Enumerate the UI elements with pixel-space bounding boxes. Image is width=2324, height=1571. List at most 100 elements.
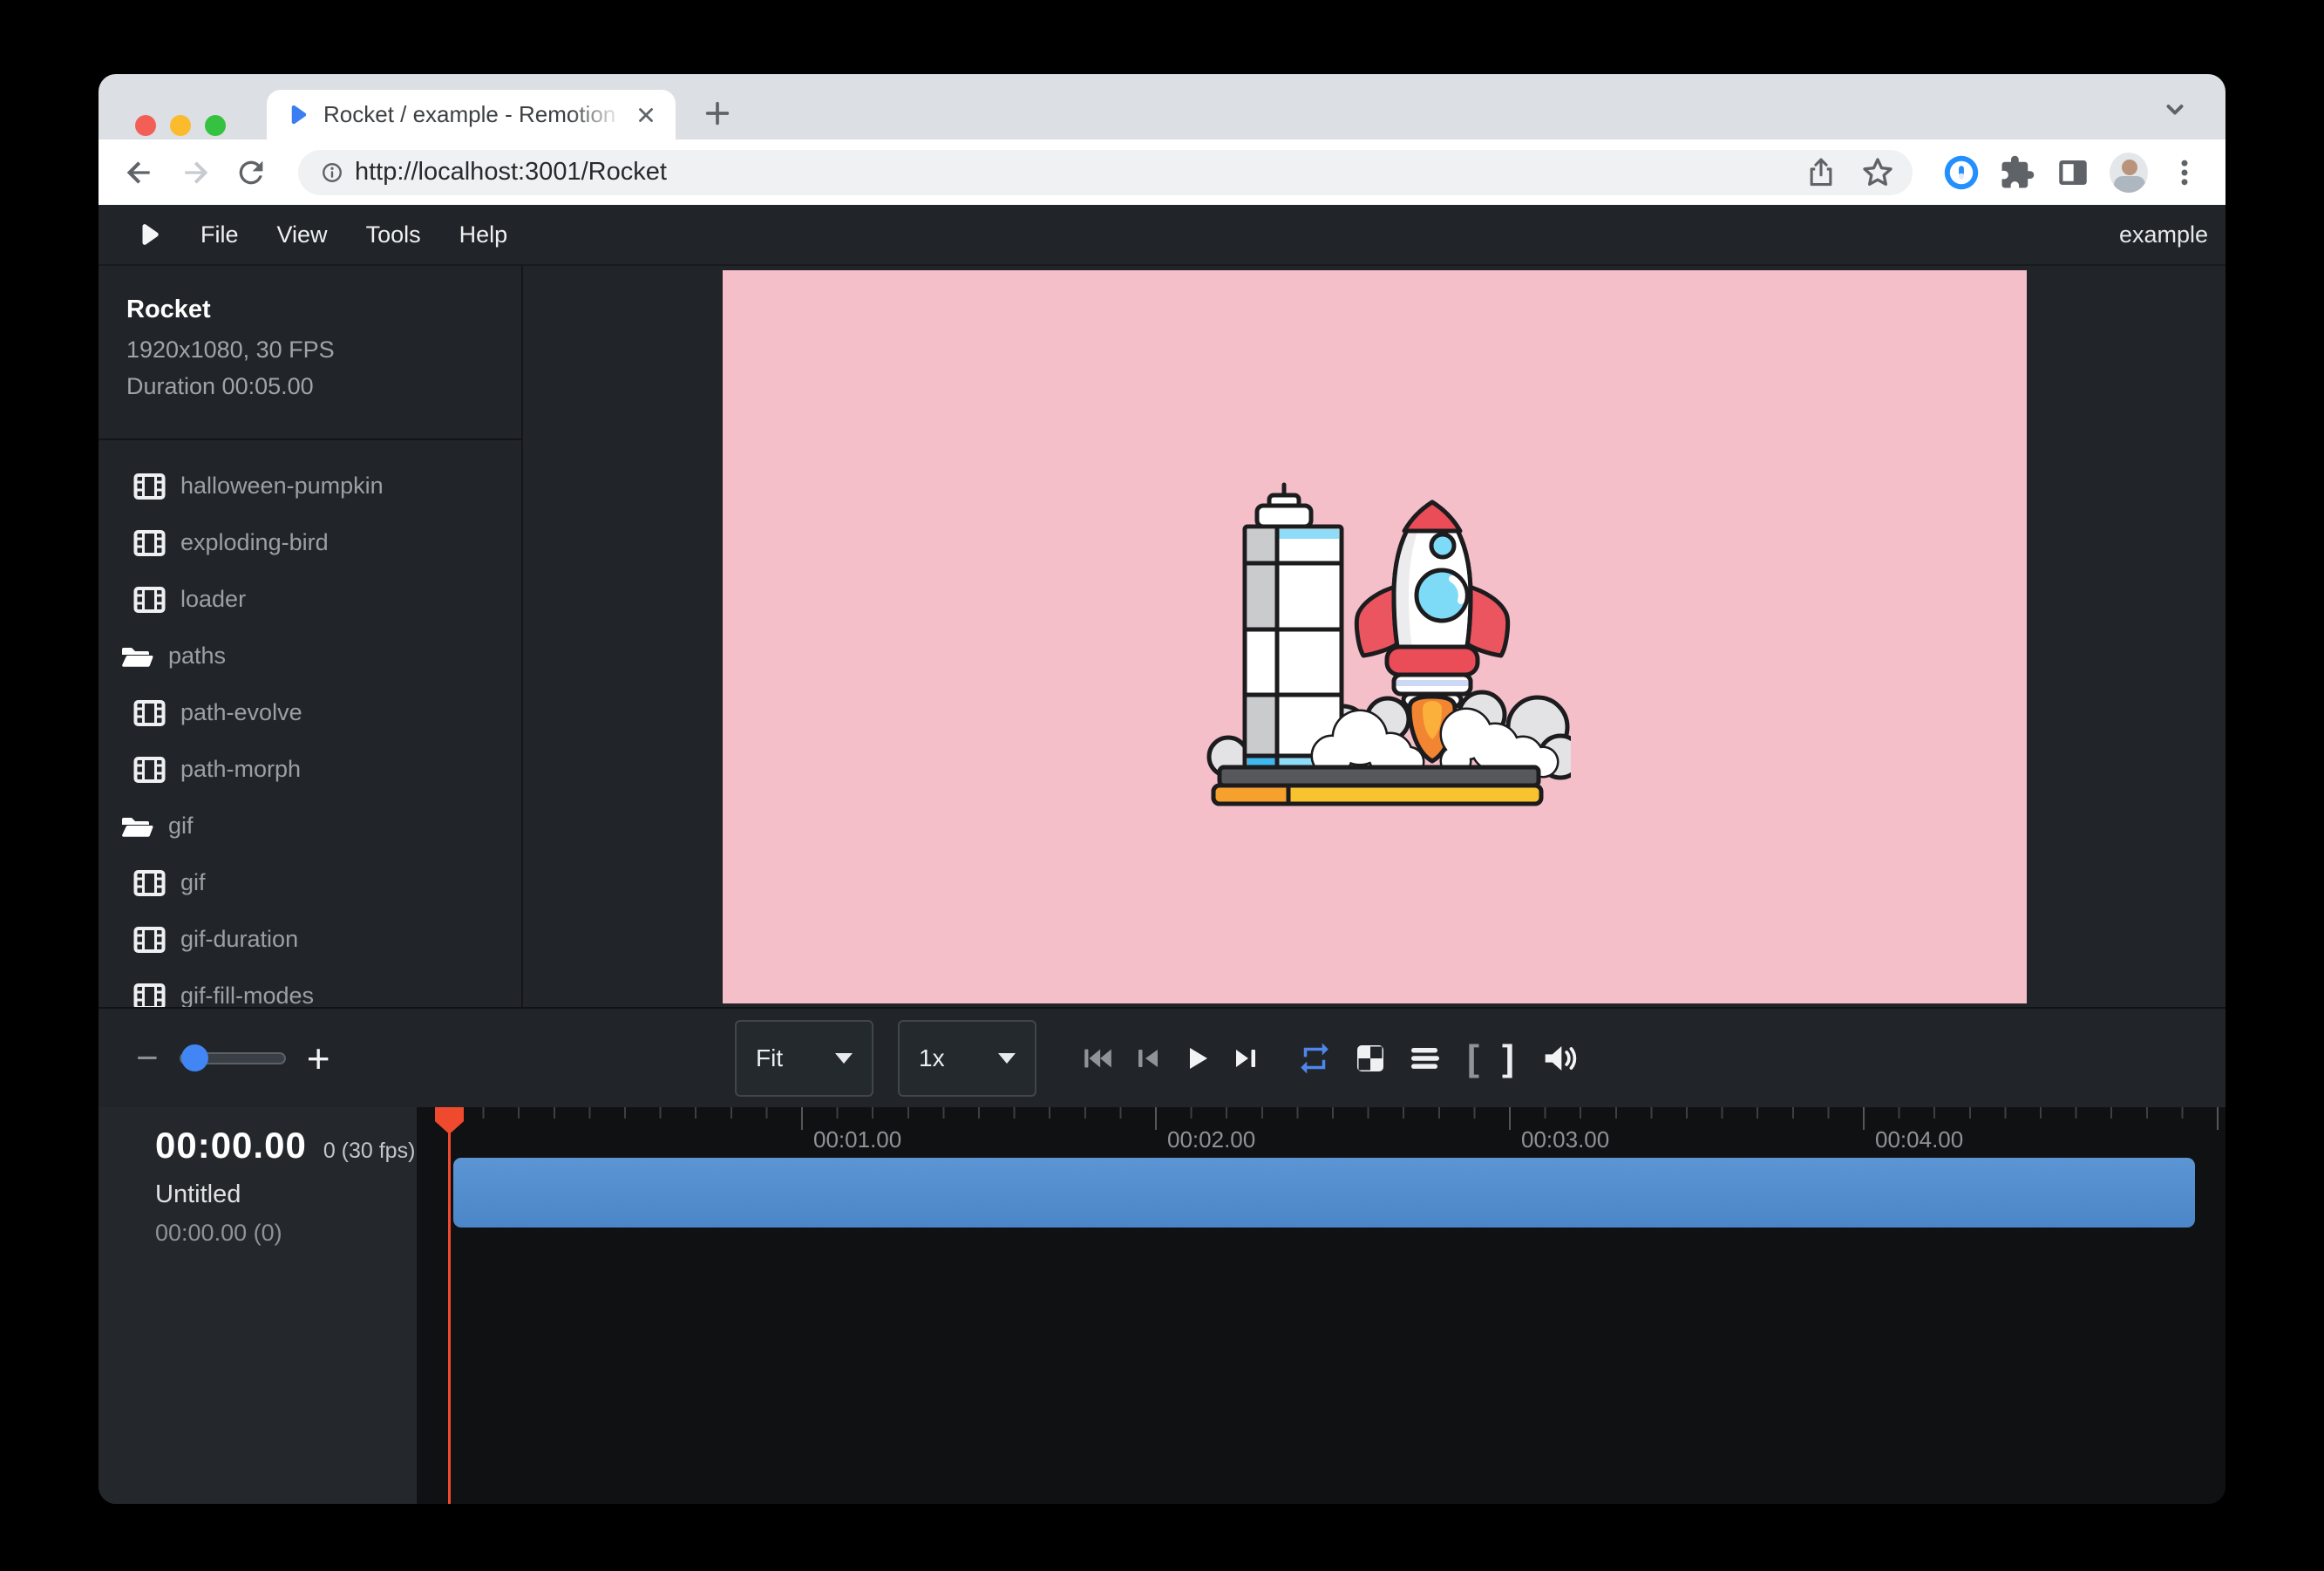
- sidebar-item-halloween-pumpkin[interactable]: halloween-pumpkin: [99, 458, 521, 514]
- current-timecode: 00:00.00: [155, 1125, 307, 1166]
- rich-timeline-icon[interactable]: [1410, 1044, 1441, 1073]
- menu-file[interactable]: File: [200, 221, 239, 248]
- sidebar-item-gif-duration[interactable]: gif-duration: [99, 911, 521, 968]
- site-info-icon[interactable]: [321, 161, 343, 184]
- ruler-major-tick: [2217, 1107, 2219, 1130]
- open-folder-icon: [120, 813, 153, 840]
- sidebar-item-label: halloween-pumpkin: [180, 473, 384, 500]
- playback-rate-value: 1x: [919, 1044, 945, 1072]
- app-menu-bar: File View Tools Help example: [99, 205, 2225, 266]
- jump-to-start-button[interactable]: [1080, 1042, 1115, 1075]
- reload-button[interactable]: [232, 153, 270, 192]
- sidebar-item-label: path-morph: [180, 756, 301, 783]
- size-select-value: Fit: [756, 1044, 783, 1072]
- bookmark-star-icon[interactable]: [1860, 155, 1895, 190]
- playback-rate-select[interactable]: 1x: [898, 1020, 1036, 1097]
- rocket-illustration: [1179, 453, 1571, 820]
- player-controls-bar: − + Fit 1x: [99, 1007, 2225, 1107]
- playhead-line[interactable]: [448, 1107, 451, 1504]
- zoom-in-button[interactable]: +: [307, 1038, 330, 1078]
- sidebar-item-label: gif-fill-modes: [180, 983, 314, 1007]
- main-area: Rocket 1920x1080, 30 FPS Duration 00:05.…: [99, 266, 2225, 1007]
- timeline-zoom-group: − +: [136, 1009, 330, 1107]
- track-name: Untitled: [155, 1180, 417, 1209]
- playhead-handle[interactable]: [435, 1107, 464, 1134]
- close-tab-icon[interactable]: [632, 101, 660, 129]
- timeline-ruler[interactable]: [447, 1107, 2225, 1119]
- timeline-track-bar[interactable]: [453, 1158, 2195, 1228]
- sidebar-item-label: loader: [180, 586, 246, 613]
- in-point-bracket-button[interactable]: [: [1467, 1040, 1479, 1077]
- profile-avatar[interactable]: [2110, 153, 2148, 192]
- back-button[interactable]: [120, 153, 159, 192]
- film-icon: [133, 757, 166, 783]
- composition-list: halloween-pumpkin exploding-bird loader …: [99, 458, 521, 1007]
- browser-tab[interactable]: Rocket / example - Remotion P: [267, 90, 676, 139]
- sidebar-item-gif[interactable]: gif: [99, 854, 521, 911]
- sidebar-item-label: gif: [180, 869, 206, 896]
- loop-toggle-icon[interactable]: [1296, 1040, 1333, 1077]
- ruler-major-tick: [1863, 1107, 1865, 1130]
- next-frame-button[interactable]: [1230, 1042, 1261, 1075]
- film-icon: [133, 927, 166, 953]
- side-panel-icon[interactable]: [2054, 153, 2092, 192]
- zoom-window-button[interactable]: [205, 115, 226, 136]
- close-window-button[interactable]: [135, 115, 156, 136]
- film-icon: [133, 587, 166, 613]
- open-folder-icon: [120, 643, 153, 670]
- volume-icon[interactable]: [1540, 1040, 1579, 1077]
- new-tab-button[interactable]: [700, 96, 735, 131]
- browser-window: Rocket / example - Remotion P: [99, 74, 2225, 1504]
- compositions-sidebar: Rocket 1920x1080, 30 FPS Duration 00:05.…: [99, 266, 523, 1007]
- timeline-tracks-area[interactable]: 00:01.00 00:02.00 00:03.00 00:04.00: [417, 1107, 2225, 1504]
- slider-knob[interactable]: [181, 1044, 208, 1071]
- ruler-major-tick: [801, 1107, 803, 1130]
- extensions-puzzle-icon[interactable]: [1998, 153, 2036, 192]
- zoom-out-button[interactable]: −: [136, 1039, 159, 1078]
- transparency-checkerboard-icon[interactable]: [1356, 1044, 1385, 1073]
- password-manager-icon[interactable]: [1942, 153, 1981, 192]
- player-toggles: [ ]: [1296, 1009, 1579, 1107]
- browser-menu-icon[interactable]: [2165, 153, 2204, 192]
- timeline-zoom-slider[interactable]: [180, 1052, 286, 1064]
- film-icon: [133, 530, 166, 556]
- tab-title: Rocket / example - Remotion P: [323, 101, 623, 128]
- sidebar-item-label: gif: [168, 813, 194, 840]
- tab-search-chevron-icon[interactable]: [2159, 93, 2191, 125]
- sidebar-item-gif-fill-modes[interactable]: gif-fill-modes: [99, 968, 521, 1007]
- preview-area: [523, 266, 2225, 1007]
- ruler-major-tick: [1155, 1107, 1157, 1130]
- film-icon: [133, 700, 166, 726]
- sidebar-item-path-morph[interactable]: path-morph: [99, 741, 521, 798]
- address-bar[interactable]: http://localhost:3001/Rocket: [298, 150, 1913, 195]
- player-selects: Fit 1x: [735, 1020, 1036, 1097]
- menu-help[interactable]: Help: [459, 221, 508, 248]
- sidebar-folder-paths[interactable]: paths: [99, 628, 521, 684]
- chevron-down-icon: [835, 1053, 853, 1064]
- composition-format: 1920x1080, 30 FPS: [126, 337, 504, 364]
- film-icon: [133, 870, 166, 896]
- play-button[interactable]: [1181, 1042, 1213, 1075]
- tab-strip: Rocket / example - Remotion P: [99, 74, 2225, 139]
- sidebar-item-exploding-bird[interactable]: exploding-bird: [99, 514, 521, 571]
- share-icon[interactable]: [1804, 156, 1838, 189]
- film-icon: [133, 473, 166, 500]
- sidebar-item-loader[interactable]: loader: [99, 571, 521, 628]
- ruler-label-1s: 00:01.00: [813, 1126, 901, 1153]
- menu-view[interactable]: View: [277, 221, 328, 248]
- size-select[interactable]: Fit: [735, 1020, 873, 1097]
- previous-frame-button[interactable]: [1132, 1042, 1164, 1075]
- menu-tools[interactable]: Tools: [366, 221, 421, 248]
- sidebar-item-label: paths: [168, 643, 226, 670]
- workspace-label: example: [2119, 221, 2208, 248]
- forward-button[interactable]: [176, 153, 214, 192]
- minimize-window-button[interactable]: [170, 115, 191, 136]
- url-text[interactable]: http://localhost:3001/Rocket: [355, 158, 1804, 187]
- sidebar-item-label: path-evolve: [180, 699, 302, 726]
- transport-controls: [1080, 1009, 1261, 1107]
- out-point-bracket-button[interactable]: ]: [1502, 1040, 1514, 1077]
- sidebar-folder-gif[interactable]: gif: [99, 798, 521, 854]
- sidebar-item-label: gif-duration: [180, 926, 298, 953]
- browser-toolbar: http://localhost:3001/Rocket: [99, 139, 2225, 205]
- sidebar-item-path-evolve[interactable]: path-evolve: [99, 684, 521, 741]
